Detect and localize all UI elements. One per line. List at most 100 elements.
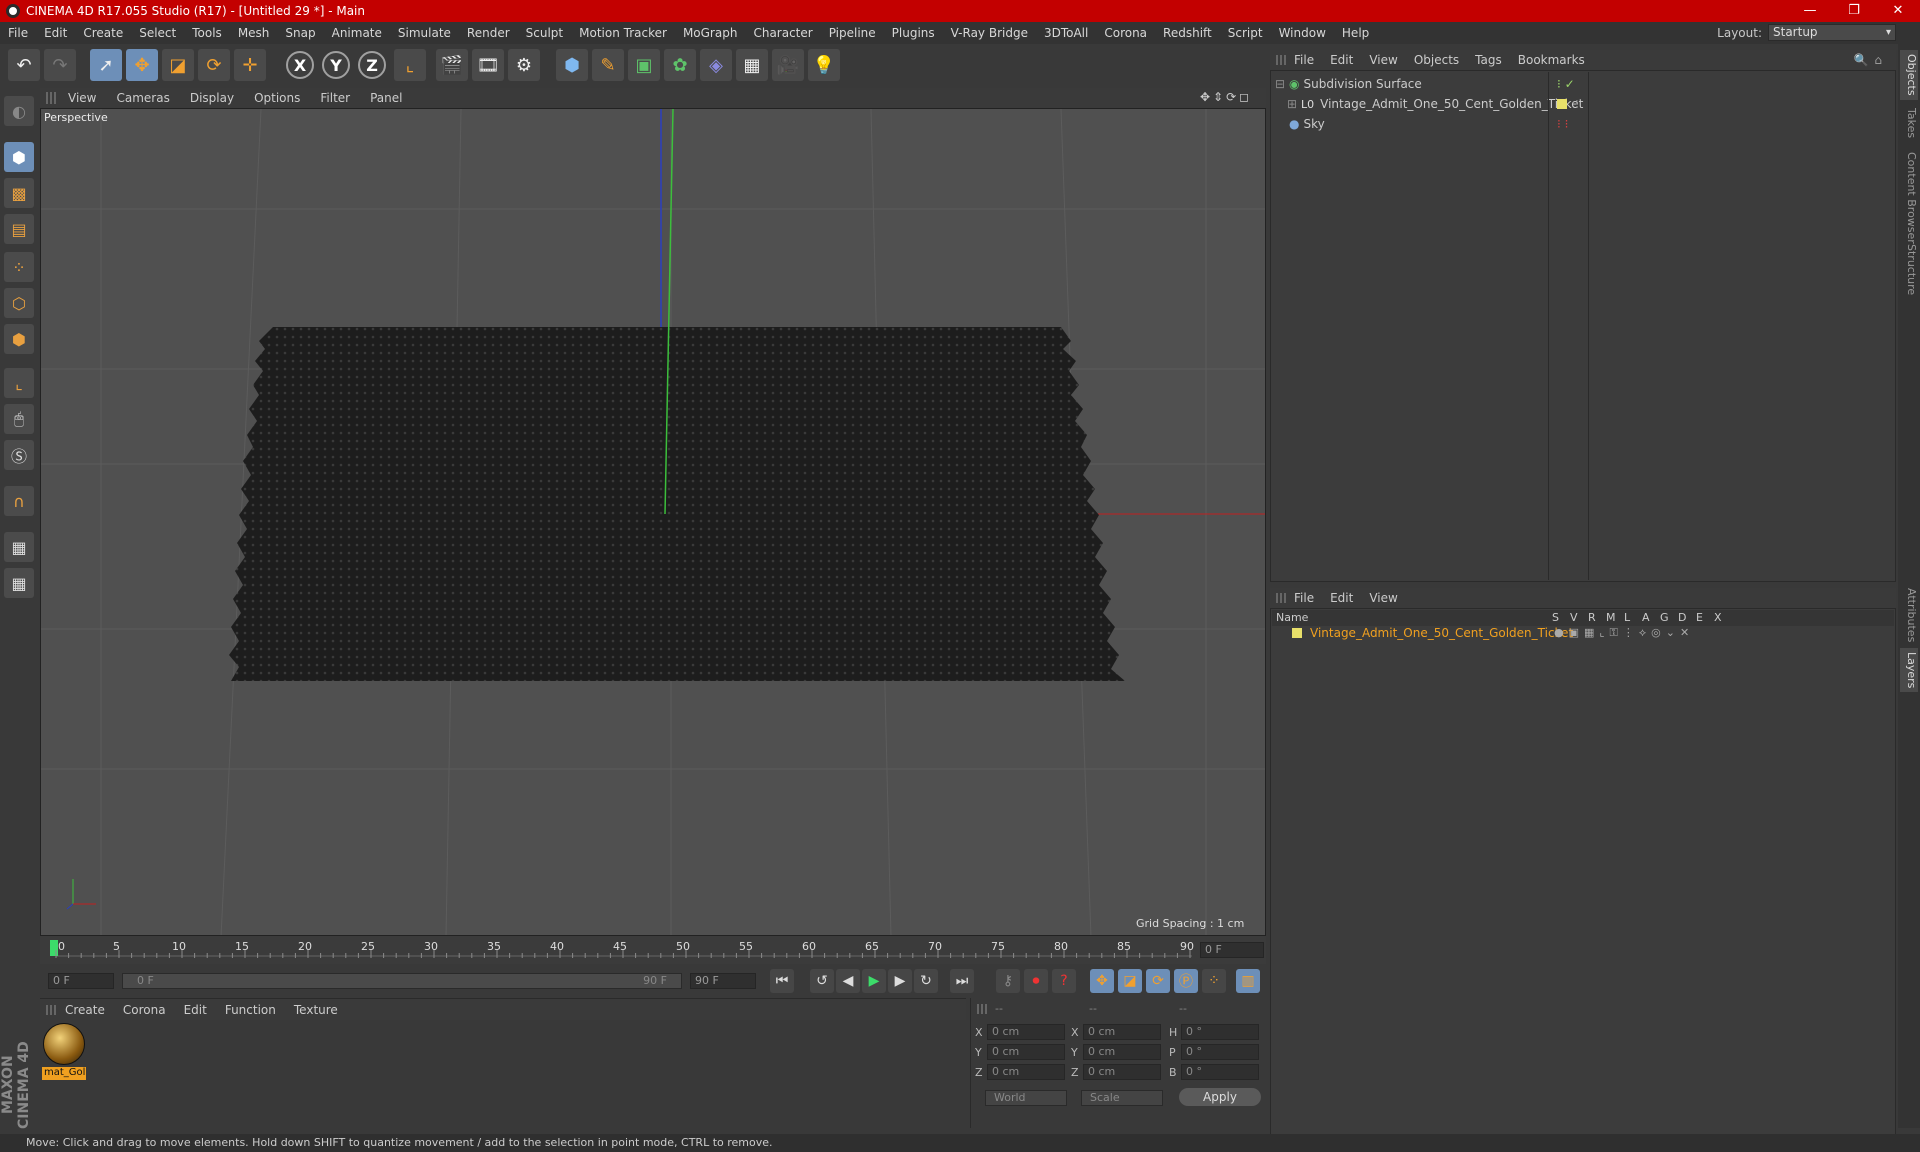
layout-dropdown[interactable]: Startup (1768, 24, 1896, 41)
render-picture-viewer-icon[interactable]: 🎞 (472, 49, 504, 81)
menu-create[interactable]: Create (75, 26, 131, 40)
column-divider[interactable] (1548, 72, 1549, 580)
panel-grip-icon[interactable] (977, 1004, 987, 1014)
key-pla-icon[interactable]: ⁘ (1202, 969, 1226, 993)
viewport-menu-options[interactable]: Options (244, 91, 310, 105)
timeline-window-icon[interactable]: ▥ (1236, 969, 1260, 993)
record-icon[interactable]: ⏺ (1024, 969, 1048, 993)
search-icon[interactable]: 🔍⌂ (1853, 53, 1888, 67)
tweak-mode-icon[interactable]: 🖱 (4, 404, 34, 434)
column-name[interactable]: Name (1276, 611, 1308, 624)
key-scale-icon[interactable]: ◪ (1118, 969, 1142, 993)
golden-ticket-mesh[interactable] (229, 327, 1125, 681)
restore-button[interactable]: ❐ (1832, 0, 1876, 22)
viewport-menu-filter[interactable]: Filter (310, 91, 360, 105)
undo-icon[interactable]: ↶ (8, 49, 40, 81)
menu-corona[interactable]: Corona (1096, 26, 1155, 40)
camera-icon[interactable]: 🎥 (772, 49, 804, 81)
z-axis-lock-icon[interactable]: Z (358, 51, 386, 79)
render-settings-icon[interactable]: ⚙ (508, 49, 540, 81)
go-to-end-icon[interactable]: ⏭ (950, 969, 974, 993)
menu-render[interactable]: Render (459, 26, 518, 40)
make-editable-icon[interactable]: ◐ (4, 96, 34, 126)
timeline-ruler[interactable]: 0 5 10 15 20 25 30 35 40 45 50 55 60 65 … (40, 936, 1266, 964)
playhead[interactable] (50, 940, 58, 956)
rotation-p-field[interactable]: 0 ° (1181, 1044, 1259, 1060)
texture-mode-icon[interactable]: ▩ (4, 178, 34, 208)
locked-workplane-icon[interactable]: ▦ (4, 568, 34, 598)
perspective-viewport[interactable] (40, 108, 1266, 936)
light-icon[interactable]: 💡 (808, 49, 840, 81)
end-frame-field[interactable]: 90 F (690, 973, 756, 989)
key-position-icon[interactable]: ✥ (1090, 969, 1114, 993)
play-icon[interactable]: ▶ (862, 969, 886, 993)
tab-objects[interactable]: Objects (1900, 50, 1918, 100)
layer-color-swatch[interactable] (1292, 628, 1302, 638)
viewport-menu-panel[interactable]: Panel (360, 91, 412, 105)
object-row[interactable]: ⊞ L0 Vintage_Admit_One_50_Cent_Golden_Ti… (1275, 95, 1893, 113)
object-row[interactable]: ⊟ ◉ Subdivision Surface ⁝ ✓ (1275, 75, 1893, 93)
tab-takes[interactable]: Takes (1900, 104, 1918, 142)
expand-icon[interactable]: ⊞ (1275, 97, 1301, 111)
menu-tools[interactable]: Tools (184, 26, 230, 40)
menu-help[interactable]: Help (1334, 26, 1377, 40)
menu-pipeline[interactable]: Pipeline (821, 26, 884, 40)
x-axis-lock-icon[interactable]: X (286, 51, 314, 79)
cloner-icon[interactable]: ✿ (664, 49, 696, 81)
subdivision-surface-icon[interactable]: ▣ (628, 49, 660, 81)
objects-menu-view[interactable]: View (1361, 53, 1405, 67)
column-render[interactable]: R (1588, 611, 1596, 624)
move-tool-icon[interactable]: ✥ (126, 49, 158, 81)
model-mode-icon[interactable]: ⬢ (4, 142, 34, 172)
tab-attributes[interactable]: Attributes (1900, 584, 1918, 646)
live-selection-icon[interactable]: ➚ (90, 49, 122, 81)
minimize-button[interactable]: — (1788, 0, 1832, 22)
material-menu-texture[interactable]: Texture (285, 1003, 347, 1017)
apply-button[interactable]: Apply (1179, 1088, 1261, 1106)
menu-file[interactable]: File (0, 26, 36, 40)
layer-color-swatch[interactable] (1557, 99, 1567, 109)
material-menu-function[interactable]: Function (216, 1003, 285, 1017)
coordinate-system-icon[interactable]: ⌞ (394, 49, 426, 81)
scale-tool-icon[interactable]: ◪ (162, 49, 194, 81)
position-x-field[interactable]: 0 cm (987, 1024, 1065, 1040)
menu-redshift[interactable]: Redshift (1155, 26, 1220, 40)
panel-grip-icon[interactable] (1276, 593, 1286, 603)
next-key-icon[interactable]: ↻ (914, 969, 938, 993)
solo-icon[interactable]: Ⓢ (4, 440, 34, 470)
column-xref[interactable]: X (1714, 611, 1722, 624)
edges-mode-icon[interactable]: ⬡ (4, 288, 34, 318)
menu-sculpt[interactable]: Sculpt (518, 26, 571, 40)
redo-icon[interactable]: ↷ (44, 49, 76, 81)
menu-mesh[interactable]: Mesh (230, 26, 278, 40)
column-view[interactable]: V (1570, 611, 1578, 624)
panel-grip-icon[interactable] (46, 1004, 56, 1015)
menu-character[interactable]: Character (745, 26, 820, 40)
workplane-mode-icon[interactable]: ▤ (4, 214, 34, 244)
object-name[interactable]: Vintage_Admit_One_50_Cent_Golden_Ticket (1320, 97, 1583, 111)
viewport-menu-view[interactable]: View (58, 91, 106, 105)
recent-tool-icon[interactable]: ✛ (234, 49, 266, 81)
objects-menu-file[interactable]: File (1286, 53, 1322, 67)
previous-key-icon[interactable]: ↺ (810, 969, 834, 993)
column-solo[interactable]: S (1552, 611, 1559, 624)
object-name[interactable]: Sky (1303, 117, 1324, 131)
layer-row[interactable]: Vintage_Admit_One_50_Cent_Golden_Ticket … (1272, 626, 1894, 642)
snap-magnet-icon[interactable]: ∩ (4, 486, 34, 516)
column-divider[interactable] (1588, 72, 1589, 580)
menu-edit[interactable]: Edit (36, 26, 75, 40)
y-axis-lock-icon[interactable]: Y (322, 51, 350, 79)
start-frame-field[interactable]: 0 F (48, 973, 114, 989)
position-z-field[interactable]: 0 cm (987, 1064, 1065, 1080)
layer-toggle-icons[interactable]: ●▣▦⌞⚿⋮⟡◎⌄✕ (1554, 626, 1694, 640)
tab-structure[interactable]: Structure (1900, 240, 1918, 299)
tab-layers[interactable]: Layers (1900, 648, 1918, 693)
objects-menu-objects[interactable]: Objects (1406, 53, 1467, 67)
column-generators[interactable]: G (1660, 611, 1669, 624)
viewport-menu-display[interactable]: Display (180, 91, 244, 105)
deformer-icon[interactable]: ◈ (700, 49, 732, 81)
objects-menu-bookmarks[interactable]: Bookmarks (1510, 53, 1593, 67)
size-x-field[interactable]: 0 cm (1083, 1024, 1161, 1040)
autokey-icon[interactable]: ? (1052, 969, 1076, 993)
menu-3dtoall[interactable]: 3DToAll (1036, 26, 1096, 40)
